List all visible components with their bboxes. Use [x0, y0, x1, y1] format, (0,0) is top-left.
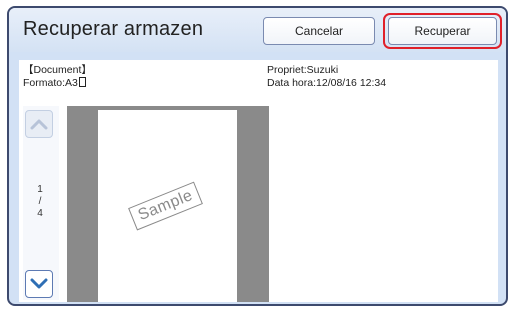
page-up-button[interactable] — [25, 110, 53, 138]
page-total: 4 — [37, 208, 43, 219]
sample-watermark: Sample — [128, 181, 204, 231]
page-down-button[interactable] — [25, 270, 53, 298]
page-current: 1 — [37, 184, 43, 195]
recover-storage-dialog: Recuperar armazen Cancelar Recuperar 【Do… — [7, 6, 508, 306]
document-panel: 【Document】 Formato:A3 Propriet:Suzuki Da… — [19, 60, 498, 302]
page-preview: Sample — [67, 106, 269, 302]
preview-sheet: Sample — [98, 110, 237, 302]
recover-button[interactable]: Recuperar — [388, 17, 497, 45]
portrait-page-icon — [78, 77, 86, 87]
document-name: 【Document】 — [23, 64, 92, 76]
owner-info: Propriet:Suzuki Data hora:12/08/16 12:34 — [267, 64, 386, 90]
cancel-button[interactable]: Cancelar — [263, 17, 375, 45]
dialog-header: Recuperar armazen Cancelar Recuperar — [9, 8, 506, 52]
datetime-value: Data hora:12/08/16 12:34 — [267, 77, 387, 89]
owner-value: Propriet:Suzuki — [267, 64, 339, 76]
format-row: Formato:A3 — [23, 77, 92, 90]
format-value: Formato:A3 — [23, 77, 78, 89]
dialog-title: Recuperar armazen — [23, 18, 204, 40]
page-counter: 1 / 4 — [23, 184, 57, 220]
page-navigator: 1 / 4 — [23, 106, 59, 300]
page-separator: / — [38, 196, 42, 207]
document-info: 【Document】 Formato:A3 — [23, 64, 92, 90]
chevron-up-icon — [30, 119, 48, 130]
chevron-down-icon — [30, 278, 48, 289]
